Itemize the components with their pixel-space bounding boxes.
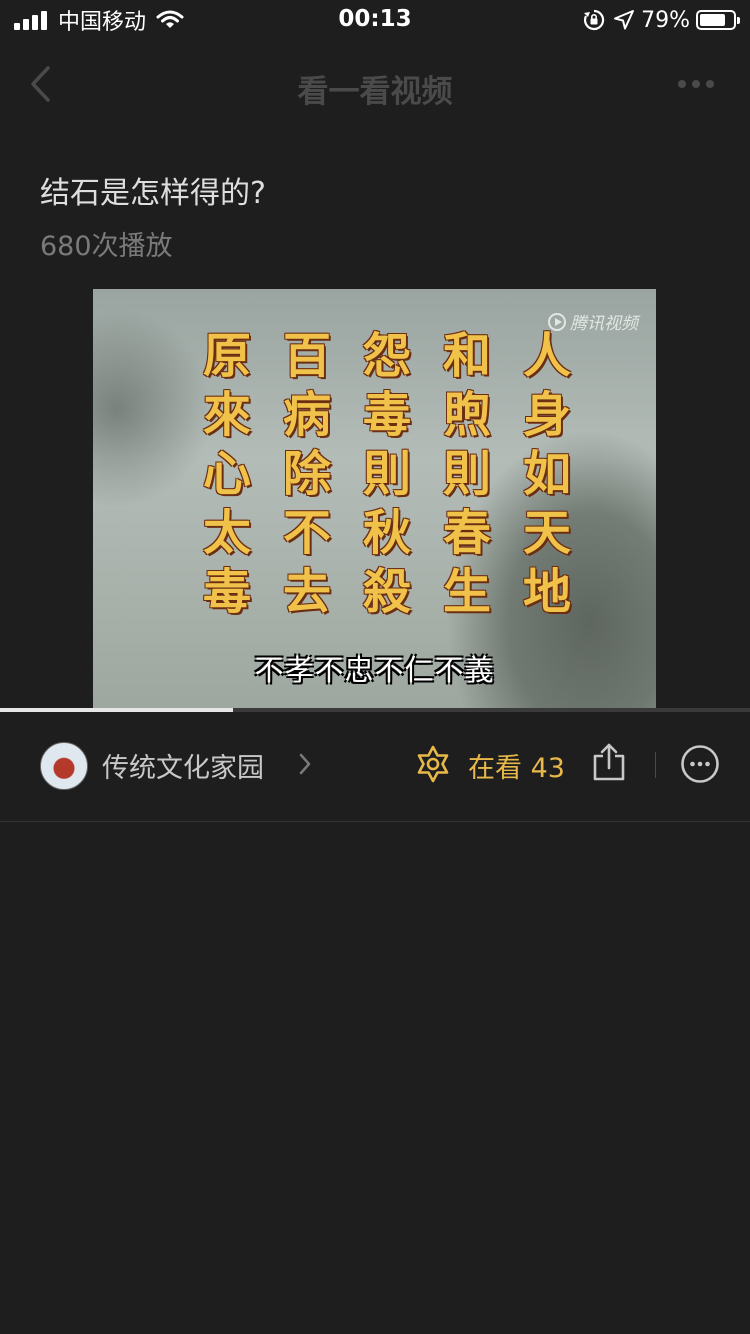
action-divider [655, 752, 656, 778]
frame-char: 天 [522, 505, 571, 561]
section-divider [0, 821, 750, 822]
frame-char: 殺 [362, 564, 411, 620]
wow-icon[interactable] [414, 744, 452, 784]
frame-char: 人 [522, 328, 571, 384]
status-bar: 中国移动 00:13 79% [0, 0, 750, 40]
frame-char: 春 [442, 505, 491, 561]
account-name[interactable]: 传统文化家园 [102, 746, 264, 785]
frame-char: 身 [522, 387, 571, 443]
more-dots-icon[interactable] [672, 80, 714, 88]
orientation-lock-icon [584, 9, 605, 31]
frame-char: 太 [202, 505, 251, 561]
battery-percent: 79% [641, 7, 690, 33]
play-count: 680次播放 [40, 231, 173, 262]
frame-char: 地 [522, 564, 571, 620]
avatar[interactable] [40, 742, 88, 790]
frame-char: 百 [282, 328, 331, 384]
frame-char: 生 [442, 564, 491, 620]
action-bar: 传统文化家园 在看 43 [0, 712, 750, 820]
wow-label[interactable]: 在看 43 [468, 746, 565, 785]
frame-char: 如 [522, 446, 571, 502]
frame-char: 不 [282, 505, 331, 561]
location-icon [614, 10, 635, 30]
video-player[interactable]: 腾讯视频 原百怨和人來病毒煦身心除則則如太不秋春天毒去殺生地 不孝不忠不仁不義 [93, 289, 656, 711]
nav-title: 看一看视频 [297, 74, 453, 110]
frame-char: 來 [202, 387, 251, 443]
status-right: 79% [583, 6, 740, 34]
frame-char: 則 [362, 446, 411, 502]
frame-char: 原 [202, 328, 251, 384]
more-circle-icon[interactable] [680, 744, 720, 784]
frame-text-grid: 原百怨和人來病毒煦身心除則則如太不秋春天毒去殺生地 [187, 327, 587, 622]
frame-char: 毒 [202, 564, 251, 620]
video-title: 结石是怎样得的? [40, 176, 266, 211]
frame-char: 去 [282, 564, 331, 620]
frame-char: 心 [202, 446, 251, 502]
chevron-right-icon[interactable] [298, 752, 312, 776]
frame-char: 則 [442, 446, 491, 502]
frame-char: 病 [282, 387, 331, 443]
frame-char: 煦 [442, 387, 491, 443]
frame-char: 怨 [362, 328, 411, 384]
frame-char: 毒 [362, 387, 411, 443]
nav-bar: 看一看视频 [0, 44, 750, 124]
frame-char: 秋 [362, 505, 411, 561]
video-subtitle: 不孝不忠不仁不義 [254, 653, 495, 687]
share-icon[interactable] [592, 742, 626, 782]
battery-icon [696, 10, 740, 30]
frame-char: 和 [442, 328, 491, 384]
frame-char: 除 [282, 446, 331, 502]
